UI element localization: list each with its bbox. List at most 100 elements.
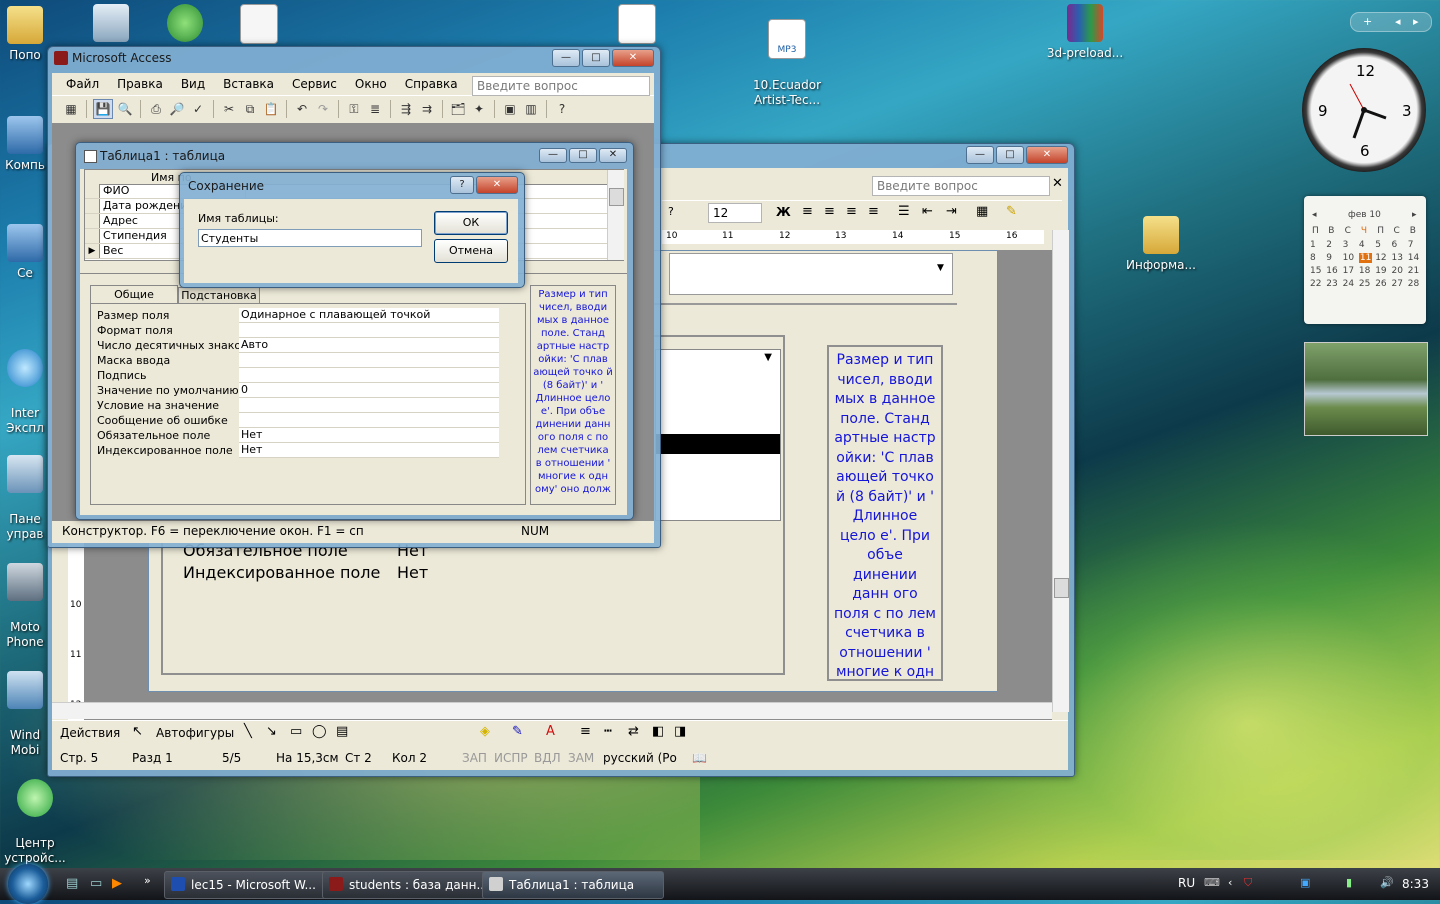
- calendar-day[interactable]: 20: [1392, 266, 1403, 276]
- font-color-icon[interactable]: A: [546, 724, 555, 739]
- bold-button[interactable]: Ж: [776, 205, 791, 219]
- close-button[interactable]: ✕: [476, 176, 518, 194]
- help-icon[interactable]: ?: [668, 205, 674, 218]
- calendar-day[interactable]: 8: [1310, 253, 1316, 263]
- calendar-day[interactable]: 16: [1326, 266, 1337, 276]
- property-row[interactable]: Сообщение об ошибке: [97, 413, 525, 428]
- scroll-thumb[interactable]: [1054, 578, 1069, 598]
- calendar-day[interactable]: 5: [1375, 240, 1381, 250]
- font-size-select[interactable]: 12: [708, 203, 762, 223]
- calendar-prev-icon[interactable]: ◂: [1312, 210, 1317, 220]
- database-window-icon[interactable]: ▣: [501, 100, 519, 118]
- desktop-icon-info-folder[interactable]: Информа...: [1116, 216, 1206, 273]
- borders-icon[interactable]: ▦: [976, 204, 988, 219]
- calendar-day[interactable]: 19: [1375, 266, 1386, 276]
- scroll-thumb[interactable]: [609, 188, 624, 206]
- indexes-icon[interactable]: ≣: [366, 100, 384, 118]
- show-desktop-icon[interactable]: ▤: [66, 876, 78, 891]
- search-icon[interactable]: 🔍: [116, 100, 134, 118]
- minimize-button[interactable]: —: [552, 49, 580, 67]
- calendar-next-icon[interactable]: ▸: [1412, 210, 1417, 220]
- copy-icon[interactable]: ⧉: [241, 100, 259, 118]
- menu-view[interactable]: Вид: [172, 73, 214, 95]
- cancel-button[interactable]: Отмена: [434, 239, 508, 263]
- close-button[interactable]: ✕: [1026, 146, 1068, 164]
- tray-shield-icon[interactable]: ⛉: [1244, 876, 1252, 890]
- calendar-day[interactable]: 22: [1310, 279, 1321, 289]
- calendar-day[interactable]: 17: [1343, 266, 1354, 276]
- calendar-day[interactable]: 11: [1358, 253, 1373, 263]
- tray-battery-icon[interactable]: ▮: [1346, 876, 1352, 889]
- property-value[interactable]: Одинарное с плавающей точкой: [239, 308, 499, 323]
- maximize-button[interactable]: □: [569, 148, 597, 163]
- calendar-day[interactable]: 2: [1326, 240, 1332, 250]
- primary-key-icon[interactable]: ⚿: [345, 100, 363, 118]
- table-name-input[interactable]: [198, 229, 422, 247]
- word-ask-input[interactable]: Введите вопрос: [872, 176, 1050, 196]
- property-row[interactable]: Условие на значение: [97, 398, 525, 413]
- property-row[interactable]: Число десятичных знаков Авто: [97, 338, 525, 353]
- calendar-day[interactable]: 24: [1343, 279, 1354, 289]
- clock-time[interactable]: 8:33: [1402, 877, 1429, 891]
- current-row-arrow-icon[interactable]: ▶: [85, 244, 100, 258]
- calendar-gadget[interactable]: ◂ фев 10 ▸ П В С Ч П С В 1 2 3 4 5 6 7 8 9 10 11 12 13 14 15 1…: [1304, 196, 1426, 324]
- indent-icon[interactable]: ⇥: [946, 204, 957, 219]
- calendar-day[interactable]: 21: [1408, 266, 1419, 276]
- calendar-day[interactable]: 9: [1326, 253, 1332, 263]
- tray-expand-icon[interactable]: ‹: [1228, 876, 1232, 889]
- quicklaunch-more-icon[interactable]: »: [144, 874, 151, 887]
- minimize-button[interactable]: —: [966, 146, 994, 164]
- sidebar-toolbar[interactable]: + ◂ ▸: [1350, 12, 1432, 32]
- field-name[interactable]: ФИО: [103, 184, 129, 198]
- property-value[interactable]: [239, 323, 499, 338]
- switch-windows-icon[interactable]: ▭: [90, 876, 102, 891]
- arrow-icon[interactable]: ↘: [266, 724, 277, 739]
- line-color-icon[interactable]: ✎: [512, 724, 523, 739]
- calendar-day[interactable]: 14: [1408, 253, 1419, 263]
- add-gadget-icon[interactable]: +: [1363, 13, 1372, 31]
- menu-help[interactable]: Справка: [396, 73, 467, 95]
- menu-file[interactable]: Файл: [52, 73, 108, 95]
- rectangle-icon[interactable]: ▭: [290, 724, 302, 739]
- cut-icon[interactable]: ✂: [220, 100, 238, 118]
- property-row[interactable]: Обязательное поле Нет: [97, 428, 525, 443]
- minimize-button[interactable]: —: [539, 148, 567, 163]
- insert-rows-icon[interactable]: ⇶: [397, 100, 415, 118]
- calendar-day[interactable]: 27: [1392, 279, 1403, 289]
- previous-icon[interactable]: ◂: [1395, 13, 1401, 31]
- calendar-day[interactable]: 23: [1326, 279, 1337, 289]
- calendar-day[interactable]: 12: [1375, 253, 1386, 263]
- calendar-day[interactable]: 13: [1392, 253, 1403, 263]
- calendar-day[interactable]: 15: [1310, 266, 1321, 276]
- row-selector[interactable]: [85, 199, 100, 213]
- tab-general[interactable]: Общие: [90, 285, 178, 304]
- dash-style-icon[interactable]: ┅: [604, 724, 612, 739]
- textbox-icon[interactable]: ▤: [336, 724, 348, 739]
- fill-color-icon[interactable]: ◈: [480, 724, 490, 739]
- calendar-day[interactable]: 6: [1392, 240, 1398, 250]
- desktop-icon-sync-center[interactable]: Центр устройс...: [0, 764, 80, 866]
- tab-lookup[interactable]: Подстановка: [178, 287, 260, 304]
- spelling-icon[interactable]: ✓: [189, 100, 207, 118]
- status-rec[interactable]: ЗАП: [462, 748, 487, 768]
- close-doc-icon[interactable]: ✕: [1052, 176, 1063, 191]
- property-row[interactable]: Размер поля Одинарное с плавающей точкой: [97, 308, 525, 323]
- 3d-icon[interactable]: ◨: [674, 724, 686, 739]
- align-left-icon[interactable]: ≡: [802, 204, 813, 219]
- select-pointer-icon[interactable]: ↖: [132, 724, 143, 739]
- menu-tools[interactable]: Сервис: [283, 73, 346, 95]
- new-object-icon[interactable]: ▥: [522, 100, 540, 118]
- paste-icon[interactable]: 📋: [262, 100, 280, 118]
- calendar-day[interactable]: 25: [1359, 279, 1370, 289]
- start-button[interactable]: [8, 864, 48, 904]
- help-icon[interactable]: ?: [553, 100, 571, 118]
- maximize-button[interactable]: □: [996, 146, 1024, 164]
- align-center-icon[interactable]: ≡: [824, 204, 835, 219]
- save-dialog[interactable]: Сохранение ? ✕ Имя таблицы: ОК Отмена: [179, 172, 525, 288]
- calendar-day[interactable]: 3: [1343, 240, 1349, 250]
- help-button[interactable]: ?: [450, 176, 474, 194]
- media-player-icon[interactable]: ▶: [112, 876, 122, 891]
- maximize-button[interactable]: □: [582, 49, 610, 67]
- status-trk[interactable]: ИСПР: [494, 748, 528, 768]
- slideshow-gadget[interactable]: [1304, 342, 1428, 436]
